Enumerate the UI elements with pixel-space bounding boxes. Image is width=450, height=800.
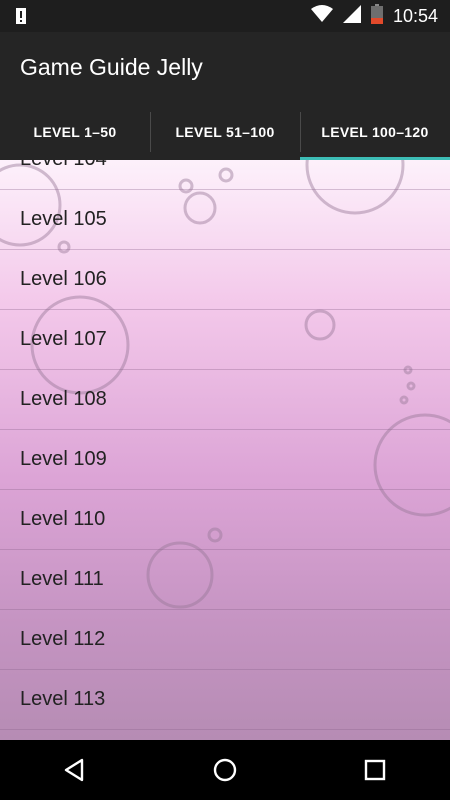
level-label: Level 107 xyxy=(20,328,107,350)
level-label: Level 104 xyxy=(20,160,107,171)
list-item[interactable]: Level 105 xyxy=(0,190,450,250)
list-item[interactable]: Level 106 xyxy=(0,250,450,310)
list-item[interactable]: Level 113 xyxy=(0,670,450,730)
tab-label: LEVEL 1–50 xyxy=(33,124,117,140)
tab-label: LEVEL 51–100 xyxy=(175,124,275,140)
level-label: Level 108 xyxy=(20,388,107,410)
level-rows: Level 104 Level 105 Level 106 Level 107 … xyxy=(0,160,450,730)
level-label: Level 105 xyxy=(20,208,107,230)
level-label: Level 110 xyxy=(20,508,106,530)
tab-label: LEVEL 100–120 xyxy=(321,124,429,140)
app-title: Game Guide Jelly xyxy=(20,54,203,80)
list-item[interactable]: Level 109 xyxy=(0,430,450,490)
list-item[interactable]: Level 104 xyxy=(0,160,450,190)
tab-level-100-120[interactable]: LEVEL 100–120 xyxy=(300,104,450,160)
status-time: 10:54 xyxy=(392,5,438,26)
tab-bar: LEVEL 1–50 LEVEL 51–100 LEVEL 100–120 xyxy=(0,104,450,160)
status-bar: 10:54 xyxy=(0,0,450,32)
home-icon[interactable] xyxy=(195,740,255,800)
notification-icon xyxy=(14,6,28,31)
level-label: Level 109 xyxy=(20,448,107,470)
list-item[interactable]: Level 112 xyxy=(0,610,450,670)
level-label: Level 112 xyxy=(20,628,106,650)
recents-icon[interactable] xyxy=(345,740,405,800)
list-item[interactable]: Level 110 xyxy=(0,490,450,550)
battery-icon xyxy=(370,3,383,29)
level-label: Level 113 xyxy=(20,688,106,710)
tab-level-51-100[interactable]: LEVEL 51–100 xyxy=(150,104,300,160)
app-bar: Game Guide Jelly xyxy=(0,32,450,104)
level-label: Level 111 xyxy=(20,568,104,590)
signal-icon xyxy=(342,4,361,28)
level-label: Level 106 xyxy=(20,268,107,290)
list-item[interactable]: Level 107 xyxy=(0,310,450,370)
list-item[interactable]: Level 111 xyxy=(0,550,450,610)
navigation-bar xyxy=(0,740,450,800)
wifi-icon xyxy=(310,4,333,28)
list-item[interactable]: Level 108 xyxy=(0,370,450,430)
level-list[interactable]: Level 104 Level 105 Level 106 Level 107 … xyxy=(0,160,450,740)
tab-level-1-50[interactable]: LEVEL 1–50 xyxy=(0,104,150,160)
back-icon[interactable] xyxy=(45,740,105,800)
